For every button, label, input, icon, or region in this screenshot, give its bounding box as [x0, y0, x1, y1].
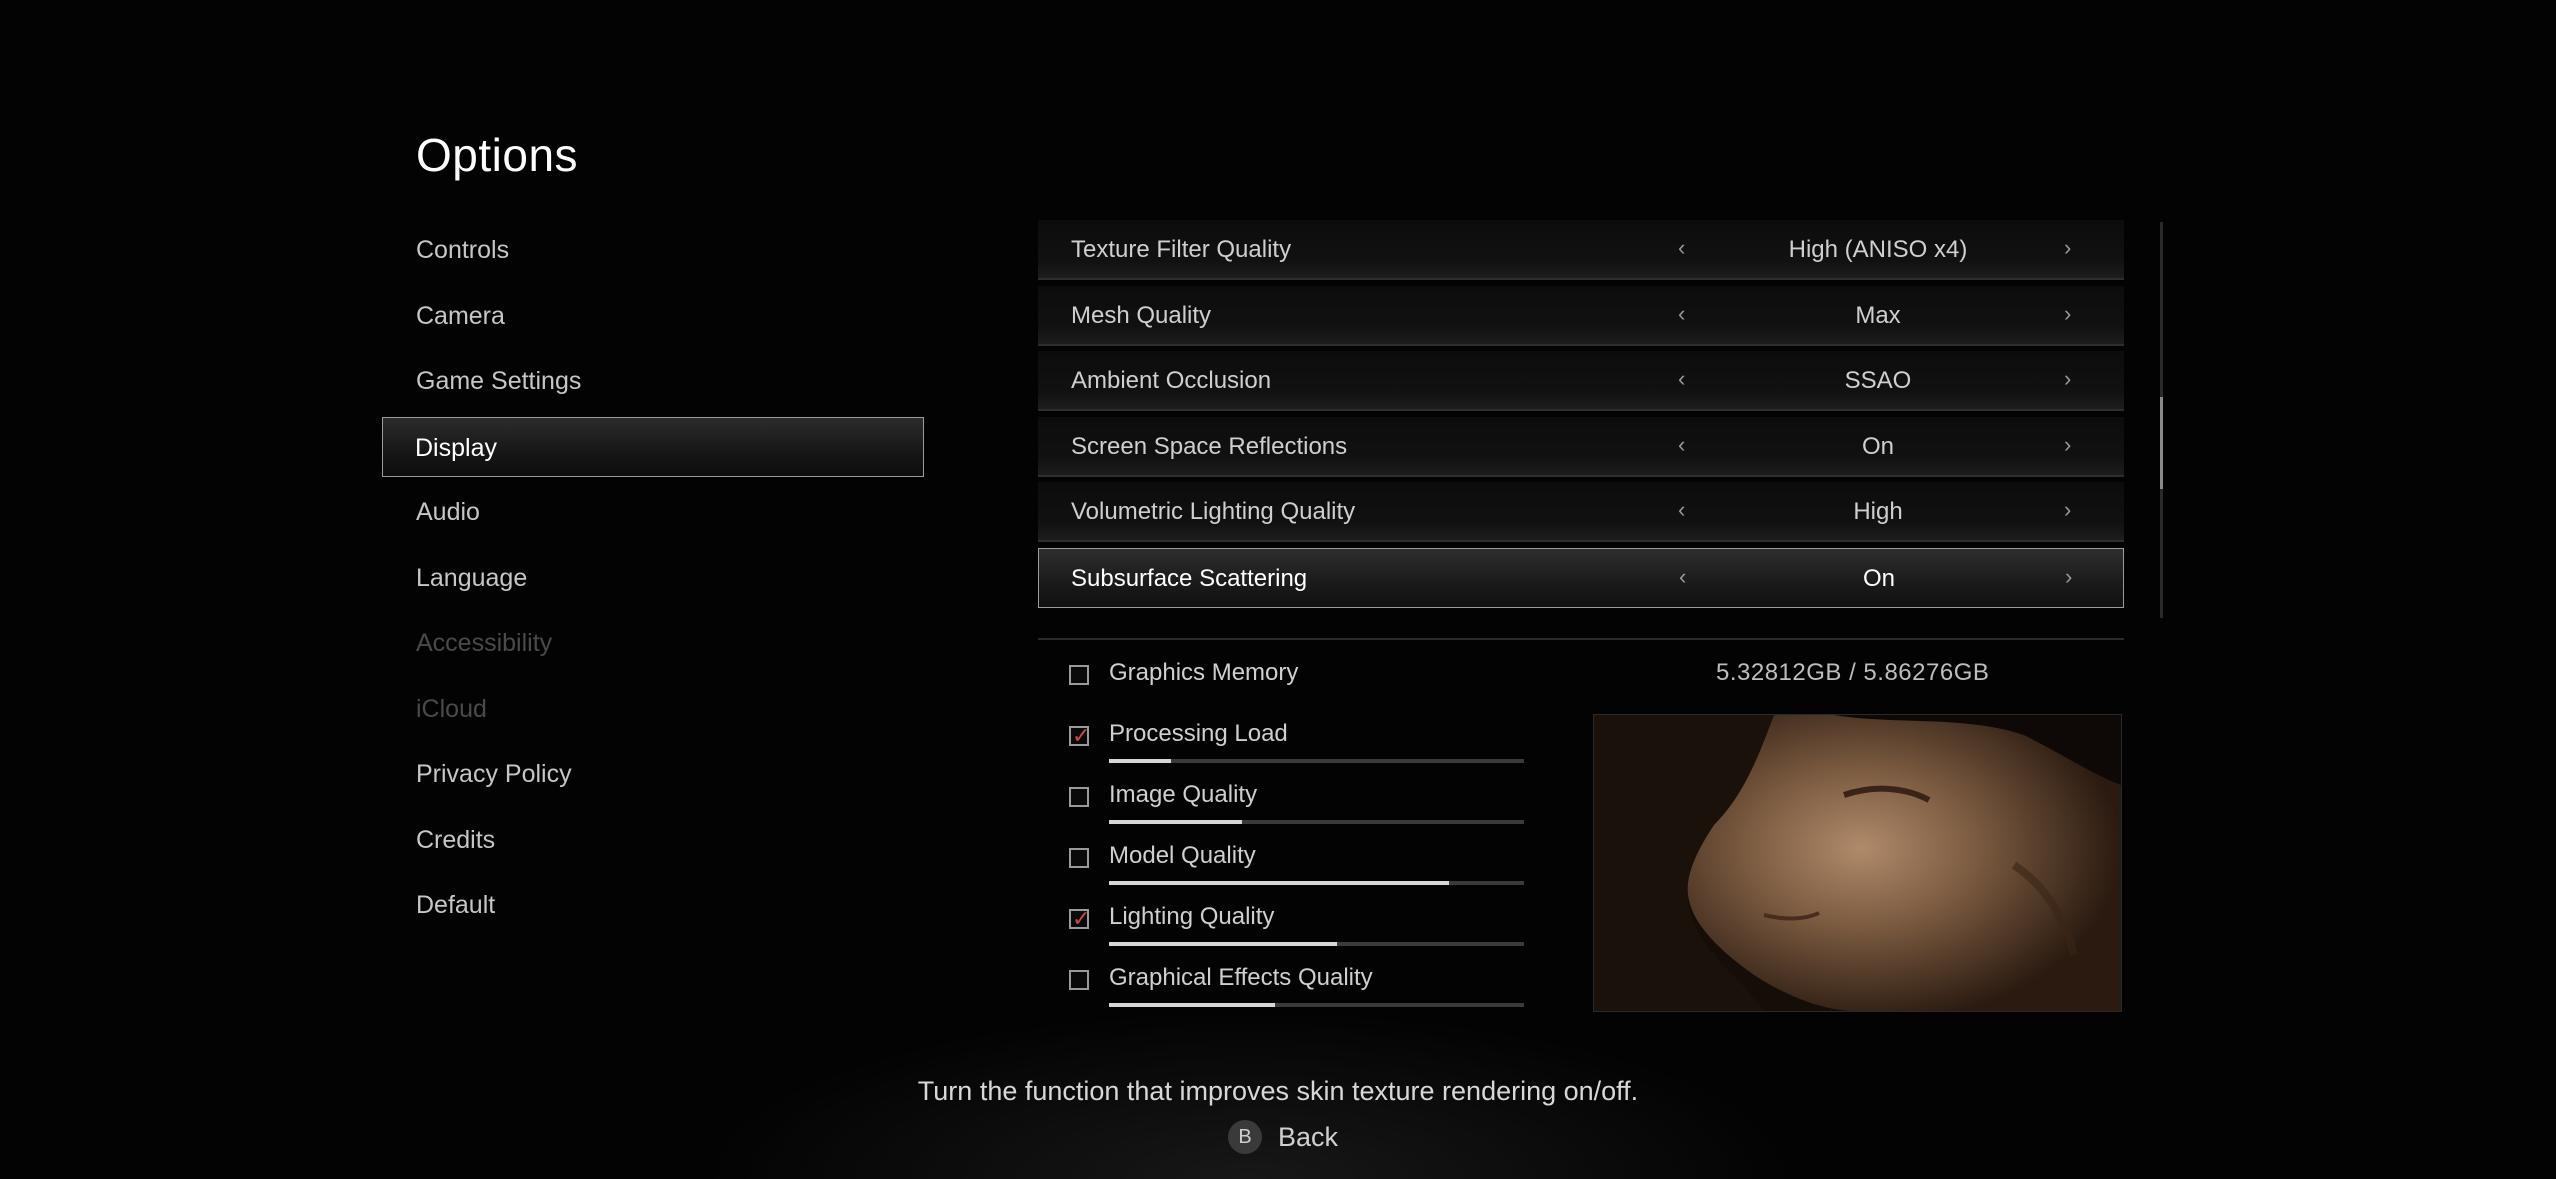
graphical-effects-quality-label: Graphical Effects Quality [1109, 964, 1373, 991]
sidebar-item-camera[interactable]: Camera [382, 286, 924, 346]
chevron-left-icon[interactable]: ‹ [1678, 482, 1685, 538]
setting-description: Turn the function that improves skin tex… [917, 1076, 1639, 1106]
sidebar-item-audio[interactable]: Audio [382, 482, 924, 542]
section-divider [1038, 638, 2124, 640]
setting-row-screen-space-reflections[interactable]: Screen Space Reflections ‹ On › [1038, 416, 2124, 477]
lighting-quality-checkbox[interactable]: ✓ [1069, 906, 1090, 931]
setting-label: Ambient Occlusion [1071, 367, 1272, 394]
setting-row-texture-filter-quality[interactable]: Texture Filter Quality ‹ High (ANISO x4)… [1038, 220, 2124, 280]
face-profile-illustration [1594, 715, 2121, 1011]
bar-fill [1109, 881, 1450, 885]
lighting-quality-bar [1109, 942, 1524, 946]
chevron-right-icon[interactable]: › [2065, 549, 2072, 605]
chevron-left-icon[interactable]: ‹ [1678, 351, 1685, 407]
bar-fill [1109, 820, 1242, 824]
setting-label: Mesh Quality [1071, 301, 1212, 329]
setting-row-volumetric-lighting-quality[interactable]: Volumetric Lighting Quality ‹ High › [1038, 482, 2124, 542]
chevron-left-icon[interactable]: ‹ [1678, 220, 1685, 276]
sidebar-item-accessibility: Accessibility [416, 629, 553, 657]
setting-preview-image [1593, 714, 2122, 1012]
graphical-effects-quality-bar [1109, 1003, 1524, 1007]
sidebar-item-credits[interactable]: Credits [382, 810, 924, 870]
chevron-left-icon[interactable]: ‹ [1678, 417, 1685, 473]
model-quality-bar [1109, 881, 1524, 885]
sidebar-item-language[interactable]: Language [382, 548, 924, 608]
bar-fill [1109, 759, 1172, 763]
chevron-left-icon[interactable]: ‹ [1679, 549, 1686, 605]
image-quality-bar [1109, 820, 1524, 824]
setting-row-mesh-quality[interactable]: Mesh Quality ‹ Max › [1038, 285, 2124, 346]
lighting-quality-label: Lighting Quality [1109, 903, 1275, 930]
scrollbar-thumb[interactable] [2160, 397, 2163, 489]
graphics-memory-checkbox[interactable] [1069, 665, 1089, 685]
chevron-right-icon[interactable]: › [2064, 351, 2071, 407]
setting-label: Screen Space Reflections [1071, 432, 1348, 460]
graphics-memory-value: 5.32812GB / 5.86276GB [1716, 659, 1990, 686]
chevron-right-icon[interactable]: › [2064, 482, 2071, 538]
sidebar-item-privacy-policy[interactable]: Privacy Policy [382, 744, 924, 804]
processing-load-label: Processing Load [1109, 720, 1288, 747]
model-quality-checkbox[interactable] [1069, 848, 1089, 868]
processing-load-bar [1109, 759, 1524, 763]
settings-scrollbar[interactable] [2160, 222, 2163, 618]
back-label: Back [1278, 1122, 1339, 1152]
setting-value: Max [1855, 301, 1901, 329]
bar-fill [1109, 1003, 1275, 1007]
graphical-effects-quality-checkbox[interactable] [1069, 970, 1089, 990]
bar-fill [1109, 942, 1338, 946]
image-quality-label: Image Quality [1109, 781, 1258, 808]
chevron-left-icon[interactable]: ‹ [1678, 286, 1685, 342]
setting-value: SSAO [1844, 367, 1912, 394]
page-title: Options [416, 129, 579, 181]
setting-row-ambient-occlusion[interactable]: Ambient Occlusion ‹ SSAO › [1038, 351, 2124, 411]
image-quality-checkbox[interactable] [1069, 787, 1089, 807]
sidebar-item-default[interactable]: Default [382, 875, 924, 935]
setting-value: High [1853, 498, 1903, 525]
chevron-right-icon[interactable]: › [2064, 286, 2071, 342]
setting-value: On [1861, 432, 1894, 460]
setting-label: Texture Filter Quality [1071, 236, 1292, 263]
setting-row-subsurface-scattering[interactable]: Subsurface Scattering ‹ On › [1038, 547, 2124, 608]
setting-value: On [1862, 564, 1895, 592]
setting-label: Volumetric Lighting Quality [1071, 498, 1356, 525]
check-icon: ✓ [1072, 723, 1091, 748]
chevron-right-icon[interactable]: › [2064, 220, 2071, 276]
b-button-icon: B [1228, 1120, 1262, 1154]
chevron-right-icon[interactable]: › [2064, 417, 2071, 473]
sidebar-item-game-settings[interactable]: Game Settings [382, 351, 924, 411]
check-icon: ✓ [1072, 906, 1091, 931]
setting-label: Subsurface Scattering [1071, 564, 1308, 592]
graphics-memory-label: Graphics Memory [1109, 659, 1299, 686]
model-quality-label: Model Quality [1109, 842, 1256, 869]
sidebar-item-display[interactable]: Display [382, 416, 924, 477]
processing-load-checkbox[interactable]: ✓ [1069, 723, 1090, 748]
setting-value: High (ANISO x4) [1788, 236, 1968, 263]
sidebar-item-icloud: iCloud [416, 694, 487, 723]
sidebar-menu: Controls Camera Game Settings Display Au… [382, 220, 924, 941]
sidebar-item-controls[interactable]: Controls [382, 220, 924, 280]
display-settings-list: Texture Filter Quality ‹ High (ANISO x4)… [1038, 220, 2124, 613]
